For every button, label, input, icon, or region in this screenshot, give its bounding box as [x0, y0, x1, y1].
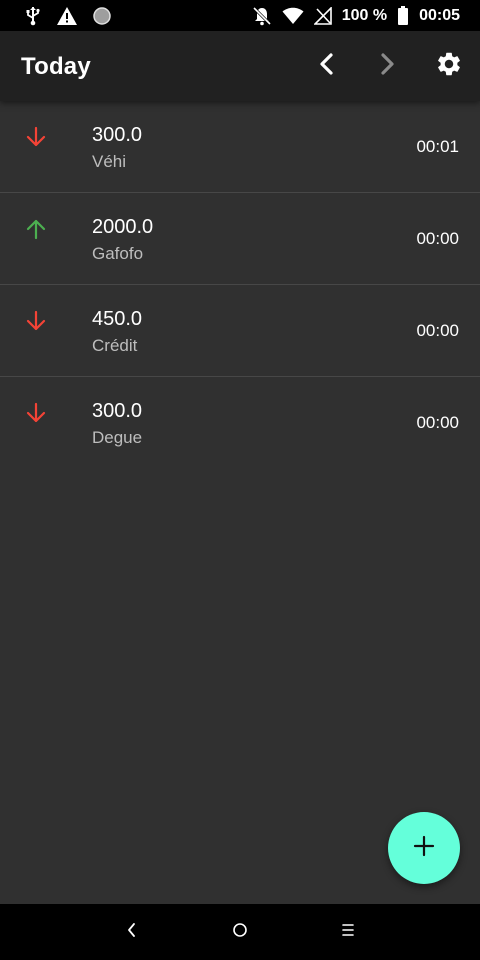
system-nav-bar [0, 904, 480, 960]
status-time: 00:05 [419, 6, 460, 24]
transaction-time: 00:00 [416, 229, 459, 248]
status-bar: 100 % 00:05 [0, 0, 480, 31]
transaction-label: Crédit [92, 336, 138, 355]
nav-home-button[interactable] [226, 918, 254, 946]
transaction-amount: 300.0 [92, 124, 143, 146]
settings-button[interactable] [425, 42, 473, 90]
list-item[interactable]: 2000.0 Gafofo 00:00 [0, 193, 480, 285]
chevron-left-icon [315, 52, 339, 81]
home-icon [232, 922, 248, 943]
transaction-label: Gafofo [92, 244, 144, 263]
chevron-right-icon [375, 52, 399, 81]
transaction-amount: 2000.0 [92, 216, 154, 238]
arrow-up-icon [24, 217, 48, 241]
transaction-list: 300.0 Véhi 00:01 2000.0 Gafofo 00:00 450… [0, 101, 480, 469]
nav-recents-button[interactable] [334, 918, 362, 946]
transaction-time: 00:00 [416, 413, 459, 432]
list-item[interactable]: 300.0 Véhi 00:01 [0, 101, 480, 193]
gear-icon [435, 50, 463, 83]
transaction-label: Véhi [92, 152, 127, 171]
app-bar: Today [0, 31, 480, 101]
no-signal-icon [313, 6, 332, 25]
wifi-icon [282, 7, 304, 25]
page-title: Today [21, 53, 91, 80]
list-item[interactable]: 300.0 Degue 00:00 [0, 377, 480, 469]
previous-day-button[interactable] [303, 42, 351, 90]
back-icon [125, 922, 139, 943]
battery-icon [397, 5, 409, 26]
nav-back-button[interactable] [118, 918, 146, 946]
notifications-off-icon [252, 6, 272, 26]
add-transaction-button[interactable] [388, 812, 460, 884]
arrow-down-icon [24, 401, 48, 425]
warning-icon [56, 6, 78, 26]
transaction-amount: 450.0 [92, 308, 143, 330]
list-item[interactable]: 450.0 Crédit 00:00 [0, 285, 480, 377]
battery-text: 100 % [341, 6, 388, 24]
transaction-amount: 300.0 [92, 400, 143, 422]
transaction-time: 00:01 [416, 137, 459, 156]
transaction-label: Degue [92, 428, 143, 447]
circle-icon [92, 6, 112, 26]
recents-icon [340, 922, 356, 943]
next-day-button[interactable] [363, 42, 411, 90]
arrow-down-icon [24, 125, 48, 149]
arrow-down-icon [24, 309, 48, 333]
status-left [24, 6, 112, 26]
status-right: 100 % 00:05 [252, 5, 460, 26]
transaction-time: 00:00 [416, 321, 459, 340]
usb-icon [24, 6, 42, 26]
plus-icon [412, 834, 436, 863]
